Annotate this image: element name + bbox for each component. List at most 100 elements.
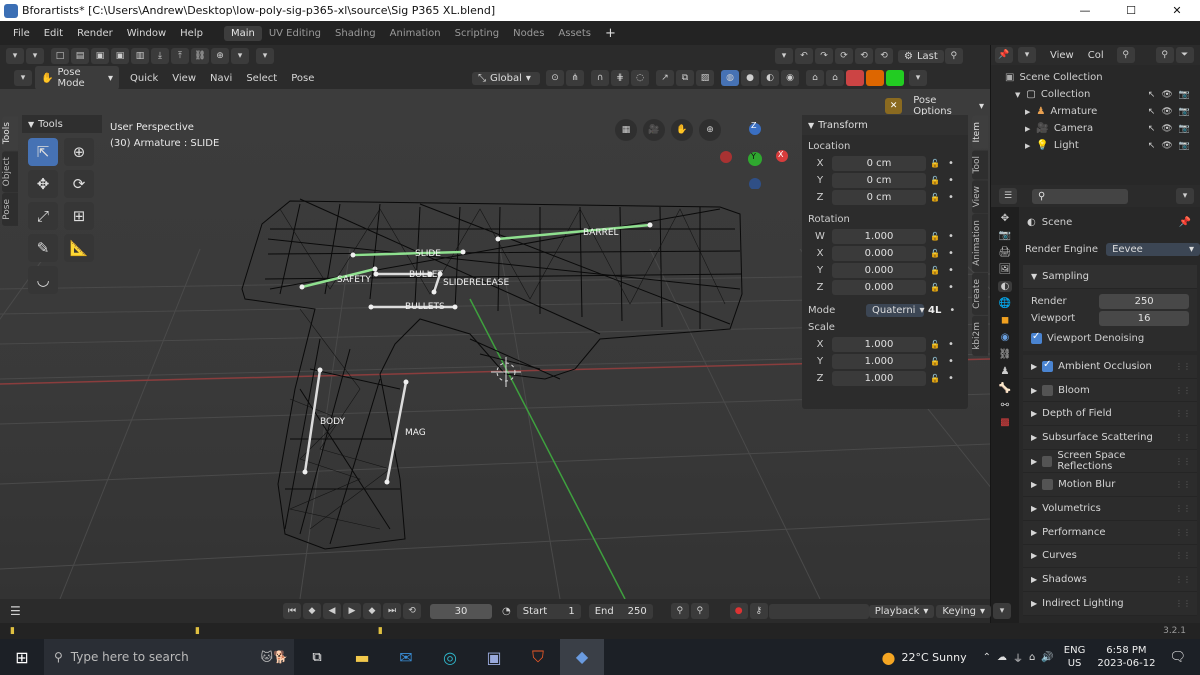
render-camera-icon[interactable]: 📷 bbox=[1179, 107, 1190, 117]
tool-settings-icon[interactable]: ✥ bbox=[1001, 213, 1009, 224]
save-as-icon[interactable]: ▣ bbox=[111, 48, 129, 64]
proportional-icon[interactable]: ◌ bbox=[631, 70, 649, 86]
select-tool-icon[interactable]: ⇱ bbox=[28, 138, 58, 166]
properties-panel-header[interactable]: ▶ Motion Blur ⋮⋮ bbox=[1023, 473, 1197, 498]
menu-view[interactable]: View bbox=[165, 73, 203, 84]
properties-panel-header[interactable]: ▶ Performance ⋮⋮ bbox=[1023, 520, 1197, 545]
link-icon[interactable]: ⛓ bbox=[191, 48, 209, 64]
tab-animation[interactable]: Animation bbox=[383, 26, 448, 41]
tab-tool[interactable]: Tool bbox=[972, 149, 988, 179]
jump-end-icon[interactable]: ⏭ bbox=[383, 603, 401, 619]
scene-properties-icon[interactable]: ◐ bbox=[997, 281, 1013, 292]
keying-set-icon[interactable]: ⚷ bbox=[749, 603, 768, 619]
color-green-icon[interactable] bbox=[886, 70, 904, 86]
onedrive-icon[interactable]: ☁ bbox=[997, 652, 1007, 663]
properties-dropdown-icon[interactable]: ▾ bbox=[1176, 188, 1194, 204]
keyframe-dot-icon[interactable]: • bbox=[948, 339, 954, 350]
properties-panel-header[interactable]: ▶ Subsurface Scattering ⋮⋮ bbox=[1023, 426, 1197, 450]
expand-arrow-icon[interactable]: ▶ bbox=[1025, 125, 1030, 133]
drag-handle-icon[interactable]: ⋮⋮ bbox=[1175, 599, 1191, 608]
dropdown-2-icon[interactable]: ▾ bbox=[256, 48, 274, 64]
timeline-dropdown-icon[interactable]: ▾ bbox=[993, 603, 1012, 619]
tab-nodes[interactable]: Nodes bbox=[506, 26, 551, 41]
search-icon[interactable]: ⚲ bbox=[944, 48, 963, 64]
keyframe-filter-2-icon[interactable]: ⚲ bbox=[690, 603, 709, 619]
drag-handle-icon[interactable]: ⋮⋮ bbox=[1175, 528, 1191, 537]
panel-enable-checkbox[interactable] bbox=[1042, 384, 1054, 396]
modifier-properties-icon[interactable]: ◉ bbox=[1001, 332, 1010, 343]
selectable-arrow-icon[interactable]: ↖ bbox=[1148, 141, 1156, 151]
outliner-scene-collection[interactable]: ▣ Scene Collection bbox=[1005, 69, 1200, 86]
selectable-arrow-icon[interactable]: ↖ bbox=[1148, 90, 1156, 100]
brave-icon[interactable]: ⛉ bbox=[516, 647, 560, 667]
current-frame-field[interactable]: 30 bbox=[430, 603, 492, 619]
loop-icon[interactable]: ⟲ bbox=[403, 603, 421, 619]
tab-uv-editing[interactable]: UV Editing bbox=[262, 26, 328, 41]
save-copy-icon[interactable]: ▥ bbox=[131, 48, 149, 64]
lock-icon[interactable]: 🔓 bbox=[930, 374, 940, 383]
bone-joint[interactable] bbox=[317, 367, 323, 373]
minimize-button[interactable]: — bbox=[1062, 4, 1108, 17]
expand-arrow-icon[interactable]: ▼ bbox=[1015, 91, 1020, 99]
scale-tool-icon[interactable]: ⤢ bbox=[28, 202, 58, 230]
task-view-icon[interactable]: ⧉ bbox=[294, 650, 340, 665]
bone-properties-icon[interactable]: 🦴 bbox=[999, 383, 1011, 394]
properties-panel-header[interactable]: ▶ Screen Space Reflections ⋮⋮ bbox=[1023, 449, 1197, 474]
bforartists-app-icon[interactable]: ◆ bbox=[560, 639, 604, 675]
tab-pose[interactable]: Pose bbox=[2, 193, 18, 227]
record-icon[interactable]: ● bbox=[729, 603, 748, 619]
snap-icon[interactable]: ⋔ bbox=[566, 70, 584, 86]
overlay-icon[interactable]: ⧉ bbox=[676, 70, 694, 86]
menu-render[interactable]: Render bbox=[70, 28, 120, 39]
orientation-select[interactable]: ⤡ Global ▾ bbox=[472, 71, 540, 85]
maximize-button[interactable]: ☐ bbox=[1108, 4, 1154, 17]
render-camera-icon[interactable]: 📷 bbox=[1179, 141, 1190, 151]
bone-joint[interactable] bbox=[437, 271, 443, 277]
bone-joint[interactable] bbox=[431, 289, 437, 295]
tab-main[interactable]: Main bbox=[223, 25, 262, 41]
axis-gizmo[interactable]: Z Y X bbox=[718, 119, 788, 190]
eye-icon[interactable]: 👁 bbox=[1161, 141, 1172, 151]
bone-joint[interactable] bbox=[495, 236, 501, 242]
location-field[interactable]: 0 cm bbox=[832, 190, 926, 205]
gizmo-icon[interactable]: ↗ bbox=[656, 70, 674, 86]
lock-icon[interactable]: 🔓 bbox=[930, 176, 940, 185]
location-field[interactable]: 0 cm bbox=[832, 156, 926, 171]
pan-hand-icon[interactable]: ✋ bbox=[671, 119, 693, 141]
keyframe-dot-icon[interactable]: • bbox=[948, 158, 954, 169]
lock-icon[interactable]: 🔓 bbox=[930, 340, 940, 349]
color-orange-icon[interactable] bbox=[866, 70, 884, 86]
bone-joint[interactable] bbox=[299, 284, 305, 290]
close-button[interactable]: ✕ bbox=[1154, 4, 1200, 17]
play-icon[interactable]: ▶ bbox=[343, 603, 361, 619]
add-workspace-button[interactable]: + bbox=[598, 24, 623, 43]
keyframe-dot-icon[interactable]: • bbox=[949, 305, 955, 316]
panel-enable-checkbox[interactable] bbox=[1042, 455, 1053, 467]
repeat-history-icon[interactable]: ⟲ bbox=[875, 48, 893, 64]
bone-joint[interactable] bbox=[452, 304, 458, 310]
rendered-shading-icon[interactable]: ◉ bbox=[781, 70, 799, 86]
notifications-icon[interactable]: 🗨 bbox=[1169, 650, 1186, 665]
solid-shading-icon[interactable]: ● bbox=[741, 70, 759, 86]
menu-select[interactable]: Select bbox=[239, 73, 284, 84]
viewport-samples-field[interactable]: 16 bbox=[1099, 311, 1189, 326]
append-icon[interactable]: ⊕ bbox=[211, 48, 229, 64]
dropdown-4-icon[interactable]: ▾ bbox=[909, 70, 927, 86]
drag-handle-icon[interactable]: ⋮⋮ bbox=[1175, 386, 1191, 395]
drag-handle-icon[interactable]: ⋮⋮ bbox=[1175, 480, 1191, 489]
magnet-icon[interactable]: ∩ bbox=[591, 70, 609, 86]
windows-start-icon[interactable]: ⊞ bbox=[0, 648, 44, 667]
tab-create[interactable]: Create bbox=[972, 273, 988, 316]
lock-icon[interactable]: 🔓 bbox=[930, 283, 940, 292]
playback-dropdown[interactable]: Playback ▾ bbox=[868, 604, 935, 618]
outliner-item[interactable]: ▶ 💡 Light ↖ 👁 📷 bbox=[1005, 137, 1200, 154]
clock[interactable]: 6:58 PM 2023-06-12 bbox=[1097, 644, 1155, 670]
snap-increment-icon[interactable]: ⋕ bbox=[611, 70, 629, 86]
move-tool-icon[interactable]: ✥ bbox=[28, 170, 58, 198]
annotate-tool-icon[interactable]: ✎ bbox=[28, 234, 58, 262]
mail-icon[interactable]: ✉ bbox=[384, 648, 428, 667]
lock-icon[interactable]: 🔓 bbox=[930, 249, 940, 258]
drag-handle-icon[interactable]: ⋮⋮ bbox=[1175, 504, 1191, 513]
texture-properties-icon[interactable]: ▩ bbox=[1000, 417, 1009, 428]
usb-icon[interactable]: ⏚ bbox=[1013, 650, 1023, 665]
